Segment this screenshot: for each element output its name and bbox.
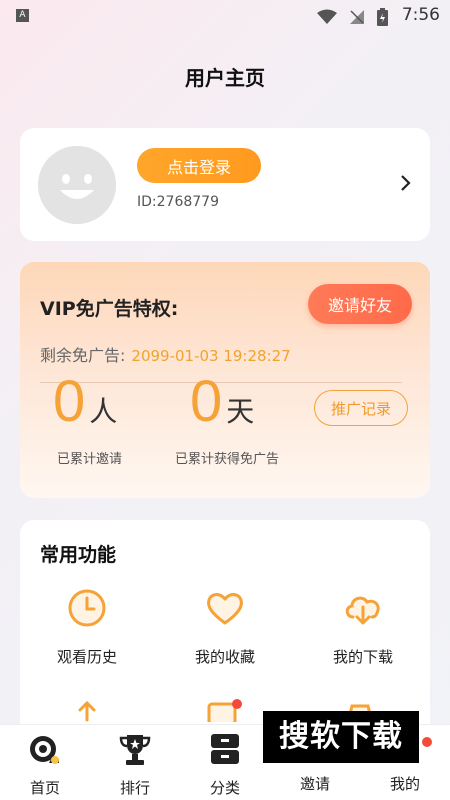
trophy-icon: [119, 735, 151, 765]
notification-dot: [422, 737, 432, 747]
vip-title: VIP免广告特权:: [40, 298, 179, 320]
avatar[interactable]: [38, 146, 116, 224]
tab-mine-label: 我的: [389, 775, 420, 793]
days-unit: 天: [226, 395, 255, 428]
invites-unit: 人: [89, 395, 118, 428]
clock-time: 7:56: [401, 5, 440, 25]
edit-icon[interactable]: [205, 698, 245, 722]
invites-label: 已累计邀请: [57, 452, 123, 467]
invite-friends-button[interactable]: 邀请好友: [308, 284, 412, 324]
tab-home-label: 首页: [29, 779, 60, 797]
downloads-item[interactable]: 我的下载: [308, 586, 418, 667]
smiley-avatar-icon: [38, 146, 116, 224]
app-notification-icon: A: [16, 9, 29, 22]
user-id: ID:2768779: [137, 194, 219, 210]
section-title: 常用功能: [40, 544, 117, 566]
downloads-label: 我的下载: [332, 648, 393, 666]
watch-history-label: 观看历史: [56, 648, 117, 666]
upload-icon[interactable]: [70, 700, 104, 722]
remaining-value: 2099-01-03 19:28:27: [131, 347, 291, 365]
wifi-icon: [317, 9, 337, 24]
invites-count: 0: [53, 369, 86, 434]
days-count: 0: [190, 369, 223, 434]
chevron-right-icon[interactable]: [400, 174, 412, 192]
tab-ranking[interactable]: 排行: [95, 729, 175, 798]
invites-stat: 0人: [53, 368, 117, 435]
clock-icon: [68, 589, 106, 627]
tab-ranking-label: 排行: [119, 779, 150, 797]
favorites-item[interactable]: 我的收藏: [170, 586, 280, 667]
remaining-ad-free: 剩余免广告: 2099-01-03 19:28:27: [40, 342, 291, 366]
status-icons: [317, 8, 388, 26]
login-button[interactable]: 点击登录: [137, 148, 261, 183]
tab-category-label: 分类: [209, 779, 240, 797]
page-title: 用户主页: [185, 66, 265, 90]
home-icon: [30, 736, 59, 764]
remaining-label: 剩余免广告:: [40, 346, 126, 365]
favorites-label: 我的收藏: [194, 648, 255, 666]
days-label: 已累计获得免广告: [175, 452, 280, 467]
status-bar: A 7:56: [0, 0, 450, 32]
category-icon: [211, 734, 239, 764]
profile-card[interactable]: 点击登录 ID:2768779: [20, 128, 430, 241]
no-signal-icon: [350, 10, 364, 24]
tab-category[interactable]: 分类: [185, 729, 265, 798]
promotion-records-button[interactable]: 推广记录: [314, 390, 408, 426]
heart-icon: [207, 593, 243, 625]
vip-card: VIP免广告特权: 邀请好友 剩余免广告: 2099-01-03 19:28:27…: [20, 262, 430, 498]
battery-icon: [377, 8, 388, 26]
days-stat: 0天: [190, 368, 254, 435]
watch-history-item[interactable]: 观看历史: [32, 586, 142, 667]
tab-invite-label: 邀请: [299, 775, 330, 793]
cloud-download-icon: [345, 596, 380, 625]
tab-home[interactable]: 首页: [5, 729, 85, 798]
watermark: 搜软下载: [263, 711, 419, 763]
